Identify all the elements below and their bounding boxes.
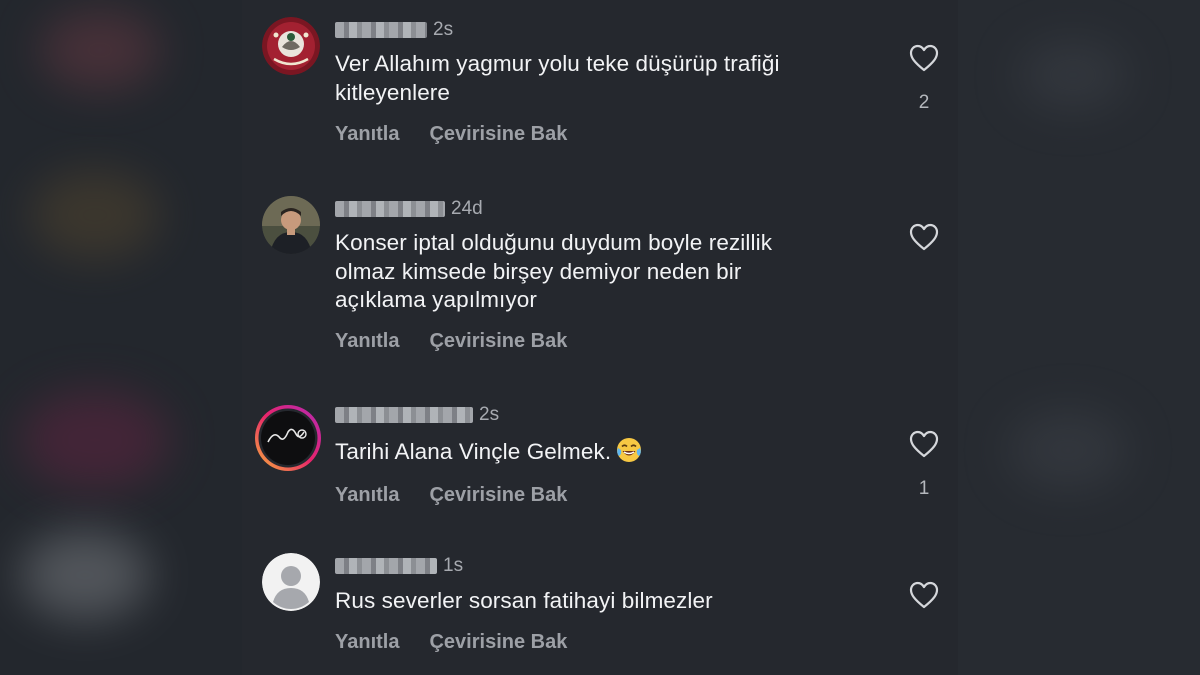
reply-button[interactable]: Yanıtla [335, 123, 399, 146]
see-translation-button[interactable]: Çevirisine Bak [429, 330, 567, 353]
heart-icon[interactable] [909, 581, 939, 609]
comment-text: Ver Allahım yagmur yolu teke düşürüp tra… [335, 51, 780, 105]
heart-icon[interactable] [909, 430, 939, 458]
comment-actions: Yanıtla Çevirisine Bak [335, 484, 567, 507]
comment-text: Tarihi Alana Vinçle Gelmek. [335, 436, 875, 467]
comment-meta: 2s [335, 19, 453, 41]
comment-text: Rus severler sorsan fatihayi bilmezler [335, 588, 713, 613]
comment-meta: 24d [335, 198, 483, 220]
comment-actions: Yanıtla Çevirisine Bak [335, 123, 567, 146]
comment-actions: Yanıtla Çevirisine Bak [335, 631, 567, 654]
laughing-tears-emoji-icon [617, 438, 642, 462]
see-translation-button[interactable]: Çevirisine Bak [429, 123, 567, 146]
blurred-username [335, 22, 427, 38]
blurred-backdrop-left [0, 0, 242, 675]
see-translation-button[interactable]: Çevirisine Bak [429, 484, 567, 507]
like-count: 2 [918, 92, 930, 113]
see-translation-button[interactable]: Çevirisine Bak [429, 631, 567, 654]
photo-avatar[interactable] [262, 196, 320, 254]
comment-text: Konser iptal olduğunu duydum boyle rezil… [335, 230, 773, 312]
reply-button[interactable]: Yanıtla [335, 330, 399, 353]
comment-time: 2s [479, 404, 500, 425]
default-avatar[interactable] [262, 553, 320, 611]
heart-icon[interactable] [909, 44, 939, 72]
blurred-username [335, 407, 473, 423]
comment-actions: Yanıtla Çevirisine Bak [335, 330, 567, 353]
comment-meta: 2s [335, 404, 499, 426]
like-count: 1 [918, 478, 930, 499]
comment-time: 24d [451, 198, 483, 219]
story-ring-avatar[interactable] [254, 404, 322, 472]
reply-button[interactable]: Yanıtla [335, 484, 399, 507]
comment-time: 1s [443, 555, 464, 576]
blurred-username [335, 558, 437, 574]
reply-button[interactable]: Yanıtla [335, 631, 399, 654]
comment-text-body: Tarihi Alana Vinçle Gelmek. [335, 439, 612, 464]
comment-time: 2s [433, 19, 454, 40]
emblem-avatar[interactable] [262, 17, 320, 75]
comment-meta: 1s [335, 555, 463, 577]
screenshot-stage: 2s Ver Allahım yagmur yolu teke düşürüp … [0, 0, 1200, 675]
blurred-backdrop-right [958, 0, 1200, 675]
comments-panel[interactable]: 2s Ver Allahım yagmur yolu teke düşürüp … [242, 0, 958, 675]
blurred-username [335, 201, 445, 217]
heart-icon[interactable] [909, 223, 939, 251]
